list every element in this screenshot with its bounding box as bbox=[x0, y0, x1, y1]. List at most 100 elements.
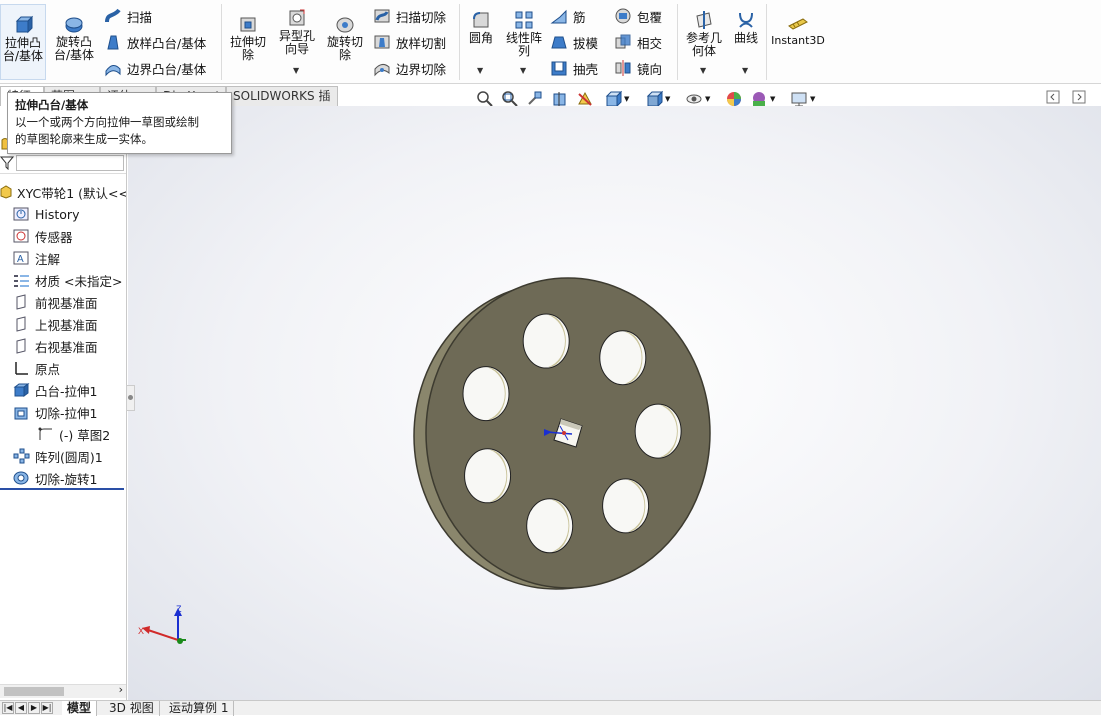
loft-boss-icon bbox=[107, 35, 119, 50]
tree-hscrollbar[interactable]: › bbox=[0, 683, 126, 698]
filter-icon[interactable] bbox=[0, 156, 14, 170]
hole-wizard-label: 异型孔 向导 bbox=[278, 29, 315, 56]
shell-button[interactable]: 抽壳 bbox=[550, 57, 598, 79]
graphics-area[interactable]: Z X bbox=[128, 106, 1101, 702]
intersect-icon bbox=[615, 34, 631, 49]
tree-item[interactable]: 切除-旋转1 bbox=[12, 468, 97, 488]
extrude-boss-icon bbox=[15, 15, 33, 34]
hole bbox=[526, 498, 574, 554]
maximize-panel-icon[interactable] bbox=[1072, 90, 1086, 104]
fillet-icon bbox=[473, 12, 489, 28]
circular-pattern-icon bbox=[12, 447, 30, 465]
tree-item[interactable]: 凸台-拉伸1 bbox=[12, 380, 97, 400]
ribbon-separator bbox=[221, 4, 222, 80]
draft-label: 拔模 bbox=[573, 35, 599, 51]
hole-wizard-dropdown-icon[interactable]: ▼ bbox=[293, 66, 299, 75]
first-tab-icon[interactable]: |◀ bbox=[2, 702, 14, 714]
revolve-cut-button[interactable]: 旋转切 除 bbox=[323, 14, 367, 62]
prev-tab-icon[interactable]: ◀ bbox=[15, 702, 27, 714]
plane-icon bbox=[12, 315, 30, 333]
tree-item[interactable]: 上视基准面 bbox=[12, 314, 98, 334]
tab-3d-view[interactable]: 3D 视图 bbox=[104, 701, 160, 716]
tab-motion-study[interactable]: 运动算例 1 bbox=[164, 701, 235, 716]
tree-item-label: 上视基准面 bbox=[35, 317, 98, 333]
revolve-cut-icon bbox=[336, 17, 354, 33]
mirror-label: 镜向 bbox=[637, 61, 663, 77]
revolve-boss-icon bbox=[65, 17, 83, 33]
sweep-cut-button[interactable]: 扫描切除 bbox=[373, 5, 446, 27]
panel-collapse-handle[interactable] bbox=[126, 385, 135, 411]
fillet-label: 圆角 bbox=[468, 31, 493, 45]
scrollbar-thumb[interactable] bbox=[4, 687, 64, 696]
ribbon-separator bbox=[766, 4, 767, 80]
plane-icon bbox=[12, 293, 30, 311]
hole bbox=[522, 313, 570, 369]
tree-item-label: (-) 草图2 bbox=[59, 427, 111, 443]
cut-revolve-icon bbox=[12, 469, 30, 487]
reference-geometry-dropdown-icon[interactable]: ▼ bbox=[700, 66, 706, 75]
draft-button[interactable]: 拔模 bbox=[550, 31, 598, 53]
tree-rollback-bar[interactable] bbox=[0, 488, 124, 490]
ribbon-separator bbox=[459, 4, 460, 80]
tooltip: 拉伸凸台/基体 以一个或两个方向拉伸一草图或绘制 的草图轮廓来生成一实体。 bbox=[7, 92, 232, 154]
tree-item[interactable]: 材质 <未指定> bbox=[12, 270, 122, 290]
reference-triad: Z X bbox=[138, 604, 186, 644]
origin-icon bbox=[12, 359, 30, 377]
linear-pattern-dropdown-icon[interactable]: ▼ bbox=[520, 66, 526, 75]
tooltip-line: 以一个或两个方向拉伸一草图或绘制 bbox=[15, 115, 199, 129]
filter-bar bbox=[0, 152, 126, 174]
last-tab-icon[interactable]: ▶| bbox=[41, 702, 53, 714]
tab-model[interactable]: 模型 bbox=[62, 701, 98, 716]
intersect-label: 相交 bbox=[637, 35, 663, 51]
extrude-cut-button[interactable]: 拉伸切 除 bbox=[226, 14, 270, 62]
tree-root-part[interactable]: XYC带轮1 (默认<<默 bbox=[0, 182, 126, 202]
mirror-button[interactable]: 镜向 bbox=[614, 57, 662, 79]
tree-item[interactable]: 前视基准面 bbox=[12, 292, 98, 312]
hole-wizard-button[interactable]: 异型孔 向导 bbox=[274, 8, 320, 56]
linear-pattern-icon bbox=[515, 11, 533, 29]
reference-geometry-button[interactable]: 参考几 何体 bbox=[682, 10, 726, 58]
boundary-cut-button[interactable]: 边界切除 bbox=[373, 57, 446, 79]
boundary-boss-button[interactable]: 边界凸台/基体 bbox=[104, 57, 206, 79]
reference-geometry-label: 参考几 何体 bbox=[685, 31, 722, 58]
tree-item[interactable]: 原点 bbox=[12, 358, 60, 378]
wrap-button[interactable]: 包覆 bbox=[614, 5, 662, 27]
fillet-dropdown-icon[interactable]: ▼ bbox=[477, 66, 483, 75]
curves-dropdown-icon[interactable]: ▼ bbox=[742, 66, 748, 75]
boundary-boss-icon bbox=[105, 65, 121, 77]
ribbon-separator bbox=[677, 4, 678, 80]
part-model[interactable] bbox=[128, 106, 1101, 702]
tree-item-label: 切除-拉伸1 bbox=[35, 405, 98, 421]
chevron-right-icon[interactable]: › bbox=[119, 683, 123, 696]
loft-boss-button[interactable]: 放样凸台/基体 bbox=[104, 31, 206, 53]
hole bbox=[599, 330, 647, 386]
boundary-cut-icon bbox=[374, 63, 390, 77]
sweep-button[interactable]: 扫描 bbox=[104, 5, 152, 27]
tree-item-label: 前视基准面 bbox=[35, 295, 98, 311]
fillet-button[interactable]: 圆角 bbox=[464, 10, 498, 45]
instant3d-icon bbox=[788, 18, 808, 30]
tree-item[interactable]: 传感器 bbox=[12, 226, 73, 246]
tree-item[interactable]: History bbox=[12, 204, 79, 224]
linear-pattern-button[interactable]: 线性阵 列 bbox=[502, 10, 546, 58]
loft-cut-icon bbox=[374, 35, 390, 49]
part-icon bbox=[0, 185, 12, 199]
restore-panel-icon[interactable] bbox=[1046, 90, 1060, 104]
extrude-boss-button[interactable]: 拉伸凸 台/基体 bbox=[0, 4, 46, 80]
instant3d-button[interactable]: Instant3D bbox=[770, 16, 826, 47]
filter-input[interactable] bbox=[16, 155, 124, 171]
tree-item[interactable]: A 注解 bbox=[12, 248, 60, 268]
curves-button[interactable]: 曲线 bbox=[729, 10, 763, 45]
tree-item[interactable]: 阵列(圆周)1 bbox=[12, 446, 103, 466]
tree-item[interactable]: 右视基准面 bbox=[12, 336, 98, 356]
sweep-cut-icon bbox=[374, 9, 390, 23]
tree-item-label: 传感器 bbox=[35, 229, 73, 245]
rib-button[interactable]: 筋 bbox=[550, 5, 586, 27]
next-tab-icon[interactable]: ▶ bbox=[28, 702, 40, 714]
intersect-button[interactable]: 相交 bbox=[614, 31, 662, 53]
revolve-boss-button[interactable]: 旋转凸 台/基体 bbox=[50, 14, 98, 62]
loft-cut-button[interactable]: 放样切割 bbox=[373, 31, 446, 53]
tree-item[interactable]: 切除-拉伸1 bbox=[12, 402, 97, 422]
tab-scroll-buttons[interactable]: |◀ ◀ ▶ ▶| bbox=[2, 702, 53, 714]
tree-item[interactable]: (-) 草图2 bbox=[36, 424, 110, 444]
